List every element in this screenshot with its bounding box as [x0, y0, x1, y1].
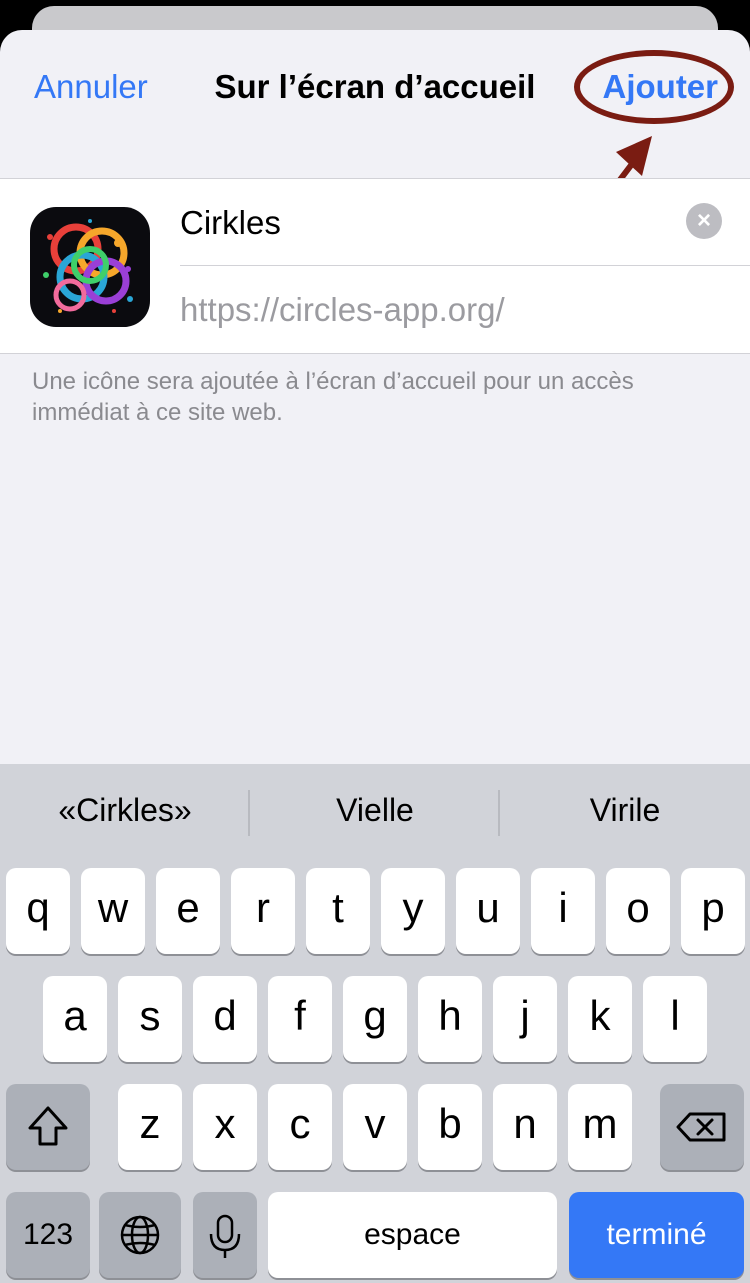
footer-note: Une icône sera ajoutée à l’écran d’accue… [32, 368, 634, 426]
bookmark-url: https://circles-app.org/ [180, 291, 505, 328]
dictation-key[interactable] [193, 1192, 257, 1278]
key-c[interactable]: c [268, 1084, 332, 1170]
key-y[interactable]: y [381, 868, 445, 954]
key-x[interactable]: x [193, 1084, 257, 1170]
key-w[interactable]: w [81, 868, 145, 954]
key-a[interactable]: a [43, 976, 107, 1062]
add-button[interactable]: Ajouter [603, 68, 719, 106]
key-h[interactable]: h [418, 976, 482, 1062]
suggestion-2[interactable]: Vielle [250, 792, 500, 829]
key-s[interactable]: s [118, 976, 182, 1062]
clear-icon[interactable]: × [686, 203, 722, 239]
bookmark-card: × https://circles-app.org/ [0, 178, 750, 354]
key-i[interactable]: i [531, 868, 595, 954]
key-v[interactable]: v [343, 1084, 407, 1170]
key-k[interactable]: k [568, 976, 632, 1062]
field-divider [180, 265, 750, 266]
globe-icon [120, 1215, 160, 1255]
bookmark-name-input[interactable] [180, 193, 680, 253]
suggestion-1[interactable]: «Cirkles» [0, 792, 250, 829]
key-e[interactable]: e [156, 868, 220, 954]
done-key[interactable]: terminé [569, 1192, 744, 1278]
backspace-icon [676, 1112, 726, 1142]
delete-key[interactable] [660, 1084, 744, 1170]
space-key[interactable]: espace [268, 1192, 557, 1278]
key-r[interactable]: r [231, 868, 295, 954]
key-n[interactable]: n [493, 1084, 557, 1170]
key-m[interactable]: m [568, 1084, 632, 1170]
key-o[interactable]: o [606, 868, 670, 954]
key-z[interactable]: z [118, 1084, 182, 1170]
key-g[interactable]: g [343, 976, 407, 1062]
suggestion-bar: «Cirkles» Vielle Virile [0, 764, 750, 862]
shift-icon [28, 1106, 68, 1146]
key-u[interactable]: u [456, 868, 520, 954]
microphone-icon [209, 1214, 241, 1258]
navigation-bar: Annuler Sur l’écran d’accueil Ajouter [0, 30, 750, 146]
keyboard: «Cirkles» Vielle Virile q w e r t y u i … [0, 764, 750, 1283]
app-icon [30, 207, 150, 327]
key-l[interactable]: l [643, 976, 707, 1062]
key-d[interactable]: d [193, 976, 257, 1062]
shift-key[interactable] [6, 1084, 90, 1170]
suggestion-3[interactable]: Virile [500, 792, 750, 829]
key-b[interactable]: b [418, 1084, 482, 1170]
numbers-key[interactable]: 123 [6, 1192, 90, 1278]
globe-key[interactable] [99, 1192, 181, 1278]
key-t[interactable]: t [306, 868, 370, 954]
key-q[interactable]: q [6, 868, 70, 954]
key-j[interactable]: j [493, 976, 557, 1062]
key-f[interactable]: f [268, 976, 332, 1062]
key-p[interactable]: p [681, 868, 745, 954]
